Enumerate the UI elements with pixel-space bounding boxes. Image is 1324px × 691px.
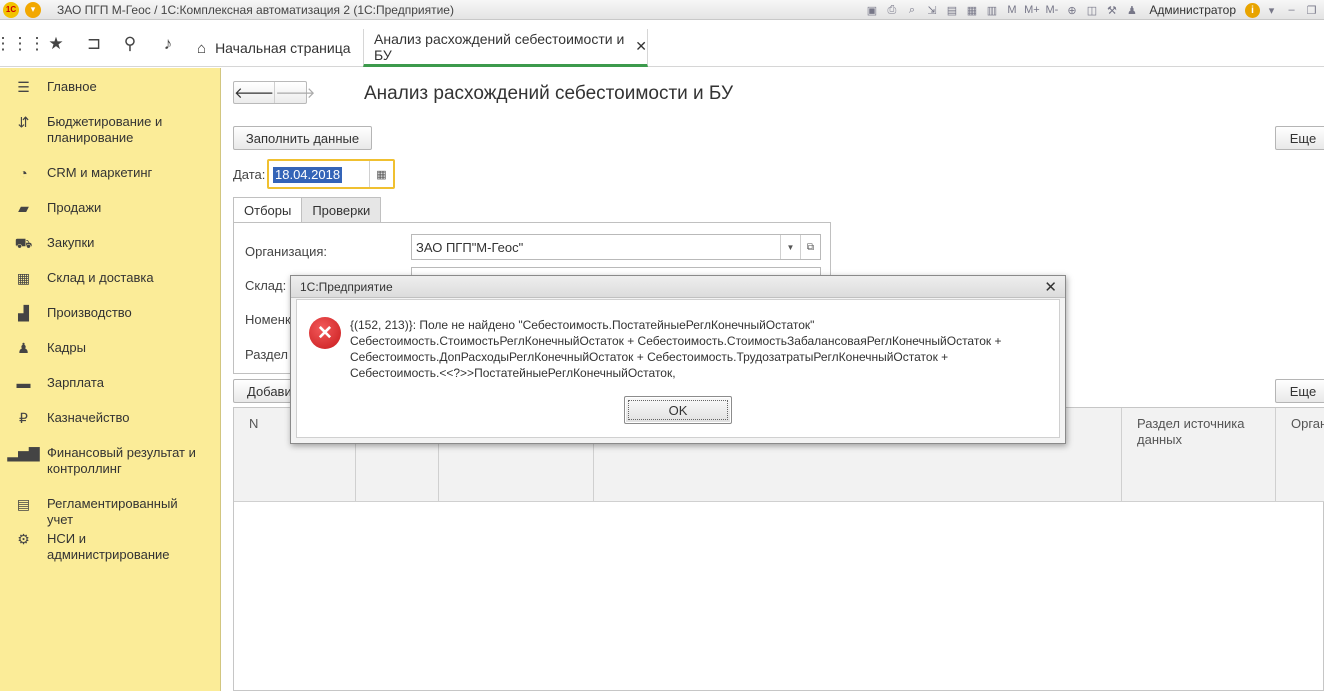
sidebar-item-budgeting[interactable]: ⇵ Бюджетирование и планирование xyxy=(0,114,221,146)
minimize-icon[interactable]: – xyxy=(1283,2,1300,18)
home-icon: ⌂ xyxy=(197,39,207,57)
sidebar-item-warehouse[interactable]: ▦ Склад и доставка xyxy=(0,270,221,286)
tab-cost-analysis[interactable]: Анализ расхождений себестоимости и БУ ✕ xyxy=(363,29,648,67)
organization-field[interactable]: ЗАО ПГП"М-Геос" ▼ ⧉ xyxy=(411,234,821,260)
apps-grid-icon[interactable]: ⋮⋮⋮ xyxy=(0,21,46,67)
dialog-body: ✕ {(152, 213)}: Поле не найдено "Себесто… xyxy=(296,299,1060,438)
favorites-star-icon[interactable]: ★ xyxy=(38,21,74,67)
more-button[interactable]: Еще xyxy=(1275,126,1324,150)
search-icon[interactable]: ⚲ xyxy=(112,21,148,67)
sales-icon: ▰ xyxy=(18,200,29,216)
preview-icon[interactable]: ⌕ xyxy=(903,2,920,18)
ok-button[interactable]: OK xyxy=(624,396,732,424)
organization-label: Организация: xyxy=(245,244,328,259)
sidebar-item-salary[interactable]: ▬ Зарплата xyxy=(0,375,221,391)
menu-icon: ☰ xyxy=(17,79,30,95)
document-icon[interactable]: ▤ xyxy=(943,2,960,18)
save-icon[interactable]: ▣ xyxy=(863,2,880,18)
dropdown-icon[interactable]: ▾ xyxy=(1263,2,1280,18)
user-icon: ♟ xyxy=(1126,4,1137,17)
fill-data-button[interactable]: Заполнить данные xyxy=(233,126,372,150)
date-label: Дата: xyxy=(233,167,266,182)
sidebar-item-main[interactable]: ☰ Главное xyxy=(0,79,221,95)
memory-m-button[interactable]: M xyxy=(1003,2,1020,18)
section-label: Раздел xyxy=(245,347,288,362)
calendar-icon[interactable]: ▥ xyxy=(983,2,1000,18)
sidebar-item-financial-result[interactable]: ▂▅▇ Финансовый результат и контроллинг xyxy=(0,445,221,477)
tab-checks[interactable]: Проверки xyxy=(301,197,382,223)
history-nav: 🡐 🡒 xyxy=(233,81,315,104)
sidebar-item-hr[interactable]: ♟ Кадры xyxy=(0,340,221,356)
form-tabs: Отборы Проверки xyxy=(233,197,382,223)
salary-icon: ▬ xyxy=(16,375,31,391)
sidebar-item-regulated-accounting[interactable]: ▤ Регламентированный учет xyxy=(0,496,221,528)
ruble-icon: ₽ xyxy=(19,410,28,426)
tools-icon[interactable]: ⚒ xyxy=(1103,2,1120,18)
sidebar-item-production[interactable]: ▟ Производство xyxy=(0,305,221,321)
close-icon[interactable]: ✕ xyxy=(1044,278,1057,296)
table-more-button[interactable]: Еще xyxy=(1275,379,1324,403)
restore-icon[interactable]: ❐ xyxy=(1303,2,1320,18)
calendar-icon[interactable]: ▦ xyxy=(369,161,393,187)
error-dialog: 1С:Предприятие ✕ ✕ {(152, 213)}: Поле не… xyxy=(290,275,1066,444)
zoom-icon[interactable]: ⊕ xyxy=(1063,2,1080,18)
top-panel: ⋮⋮⋮ ★ ⊐ ⚲ ♪ ⌂ Начальная страница Анализ … xyxy=(0,21,1324,67)
open-icon[interactable]: ⧉ xyxy=(800,235,820,259)
data-table[interactable]: N Раздел источника данных Орган xyxy=(233,407,1324,691)
forward-arrow-icon[interactable]: 🡒 xyxy=(274,82,315,103)
error-message: {(152, 213)}: Поле не найдено "Себестоим… xyxy=(350,318,1002,380)
tab-filters[interactable]: Отборы xyxy=(233,197,303,223)
warehouse-icon: ▦ xyxy=(16,270,31,286)
tab-cost-analysis-label: Анализ расхождений себестоимости и БУ xyxy=(374,30,625,63)
tab-home-label: Начальная страница xyxy=(215,40,351,56)
cart-icon: ⛟ xyxy=(14,235,33,251)
date-field[interactable]: 18.04.2018 ▦ xyxy=(267,159,395,189)
memory-minus-button[interactable]: M- xyxy=(1043,2,1060,18)
info-icon[interactable]: i xyxy=(1245,2,1260,18)
page-title: Анализ расхождений себестоимости и БУ xyxy=(364,83,734,104)
person-icon: ♟ xyxy=(17,340,30,356)
tab-home[interactable]: ⌂ Начальная страница xyxy=(187,29,362,67)
titlebar-toolbar: ▣ ⎙ ⌕ ⇲ ▤ ▦ ▥ M M+ M- ⊕ ◫ ⚒ ♟ Администра… xyxy=(863,0,1320,20)
chart-icon: ▂▅▇ xyxy=(7,445,40,461)
error-icon: ✕ xyxy=(309,317,341,349)
dialog-title: 1С:Предприятие xyxy=(291,276,1065,298)
main-menu-button[interactable]: ▾ xyxy=(25,1,41,18)
sections-sidebar: ☰ Главное ⇵ Бюджетирование и планировани… xyxy=(0,68,221,691)
print-icon[interactable]: ⎙ xyxy=(883,2,900,18)
memory-plus-button[interactable]: M+ xyxy=(1023,2,1040,18)
column-section-source[interactable]: Раздел источника данных xyxy=(1122,408,1276,502)
factory-icon: ▟ xyxy=(18,305,29,321)
sidebar-item-treasury[interactable]: ₽ Казначейство xyxy=(0,410,221,426)
nomenclature-label: Номенк xyxy=(245,312,291,327)
calculator-icon[interactable]: ▦ xyxy=(963,2,980,18)
window-titlebar: 1С ▾ ЗАО ПГП М-Геос / 1С:Комплексная авт… xyxy=(0,0,1324,20)
sidebar-item-sales[interactable]: ▰ Продажи xyxy=(0,200,221,216)
user-name[interactable]: Администратор xyxy=(1149,3,1236,17)
accounting-icon: ▤ xyxy=(16,496,31,512)
budget-icon: ⇵ xyxy=(17,114,30,130)
notifications-bell-icon[interactable]: ♪ xyxy=(150,21,186,67)
sidebar-item-administration[interactable]: ⚙ НСИ и администрирование xyxy=(0,531,221,563)
date-value[interactable]: 18.04.2018 xyxy=(273,167,343,183)
window-title: ЗАО ПГП М-Геос / 1С:Комплексная автомати… xyxy=(57,2,454,17)
close-tab-icon[interactable]: ✕ xyxy=(635,38,647,55)
1c-logo-icon: 1С xyxy=(3,1,19,18)
history-icon[interactable]: ⊐ xyxy=(76,21,112,67)
sidebar-item-crm[interactable]: ◔ CRM и маркетинг xyxy=(0,165,221,181)
column-organization[interactable]: Орган xyxy=(1276,408,1324,502)
back-arrow-icon[interactable]: 🡐 xyxy=(234,82,274,103)
gear-icon: ⚙ xyxy=(17,531,30,547)
chevron-down-icon[interactable]: ▼ xyxy=(780,235,800,259)
crm-icon: ◔ xyxy=(19,165,28,181)
warehouse-label: Склад: xyxy=(245,278,287,293)
link-icon[interactable]: ⇲ xyxy=(923,2,940,18)
window-layout-icon[interactable]: ◫ xyxy=(1083,2,1100,18)
sidebar-item-purchases[interactable]: ⛟ Закупки xyxy=(0,235,221,251)
